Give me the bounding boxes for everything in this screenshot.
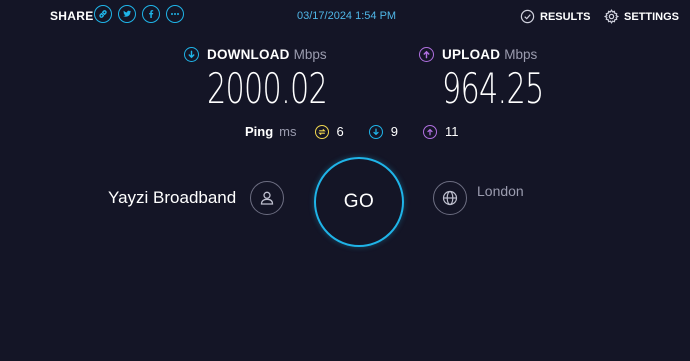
- results-link[interactable]: RESULTS: [520, 9, 591, 24]
- facebook-icon[interactable]: [142, 5, 160, 23]
- twitter-icon[interactable]: [118, 5, 136, 23]
- ping-label: Ping: [245, 124, 274, 139]
- download-label: DOWNLOAD: [207, 47, 290, 62]
- ping-unit: ms: [279, 124, 297, 139]
- settings-label: SETTINGS: [624, 10, 680, 23]
- ping-download: 9: [368, 124, 398, 139]
- provider-name: Yayzi Broadband: [108, 188, 237, 207]
- idle-latency-icon: [314, 124, 329, 139]
- settings-link[interactable]: SETTINGS: [604, 9, 679, 24]
- ping-row: Ping ms 6 9 11: [245, 124, 483, 139]
- download-arrow-icon: [184, 47, 199, 62]
- ping-upload-value: 11: [444, 124, 459, 139]
- link-icon[interactable]: [94, 5, 112, 23]
- upload-arrow-icon: [419, 47, 434, 62]
- download-speed-value: 2000.02: [207, 64, 328, 113]
- check-circle-icon: [520, 9, 535, 24]
- go-button[interactable]: GO: [314, 157, 404, 247]
- ping-download-value: 9: [390, 124, 398, 139]
- download-header: DOWNLOAD Mbps: [184, 47, 327, 62]
- upload-unit: Mbps: [504, 47, 538, 62]
- upload-latency-icon: [422, 124, 437, 139]
- results-label: RESULTS: [540, 10, 591, 23]
- test-timestamp: 03/17/2024 1:54 PM: [297, 10, 397, 22]
- download-unit: Mbps: [293, 47, 327, 62]
- user-icon: [250, 181, 284, 215]
- upload-speed-value: 964.25: [442, 64, 544, 113]
- upload-header: UPLOAD Mbps: [419, 47, 537, 62]
- upload-label: UPLOAD: [442, 47, 501, 62]
- more-icon[interactable]: [166, 5, 184, 23]
- ping-upload: 11: [422, 124, 459, 139]
- server-name[interactable]: London: [477, 183, 524, 199]
- ping-idle-value: 6: [336, 124, 344, 139]
- gear-icon: [604, 9, 619, 24]
- download-latency-icon: [368, 124, 383, 139]
- globe-icon[interactable]: [433, 181, 467, 215]
- ping-idle: 6: [314, 124, 344, 139]
- share-label: SHARE: [50, 9, 94, 23]
